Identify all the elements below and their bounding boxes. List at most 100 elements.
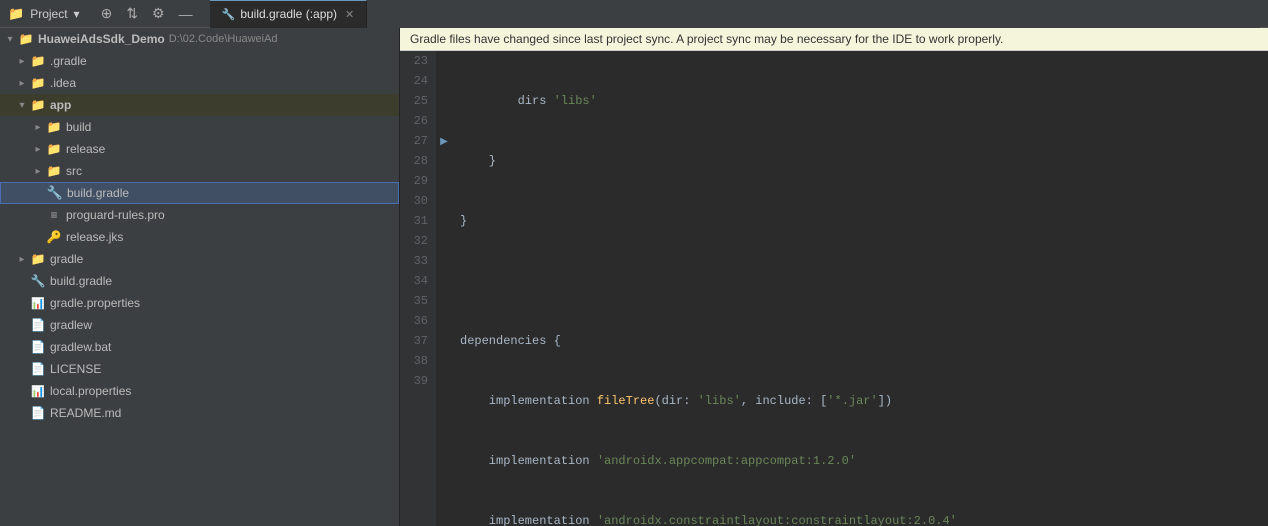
sidebar-label-build: build bbox=[66, 120, 91, 134]
gutter-24 bbox=[436, 71, 452, 91]
proguard-icon: ≡ bbox=[46, 207, 62, 223]
sidebar-item-gradle-root[interactable]: 📁 gradle bbox=[0, 248, 399, 270]
file-icon-readme: 📄 bbox=[30, 405, 46, 421]
tab-build-gradle-app[interactable]: 🔧 build.gradle (:app) ✕ bbox=[210, 0, 368, 28]
code-23-plain1: dirs bbox=[460, 91, 554, 111]
line-num-39: 39 bbox=[408, 371, 428, 391]
gutter-29 bbox=[436, 171, 452, 191]
sidebar-item-build[interactable]: 📁 build bbox=[0, 116, 399, 138]
sidebar-item-gradle-properties[interactable]: 📊 gradle.properties bbox=[0, 292, 399, 314]
arrow-gradlew-bat bbox=[16, 341, 28, 353]
gutter-30 bbox=[436, 191, 452, 211]
sidebar-item-src[interactable]: 📁 src bbox=[0, 160, 399, 182]
locate-button[interactable]: ⊕ bbox=[96, 3, 118, 24]
code-29-plain: implementation bbox=[460, 451, 597, 471]
gutter-35 bbox=[436, 291, 452, 311]
folder-icon-gradle-root: 📁 bbox=[30, 251, 46, 267]
gutter-37 bbox=[436, 331, 452, 351]
sidebar-item-readme[interactable]: 📄 README.md bbox=[0, 402, 399, 424]
editor-area: Gradle files have changed since last pro… bbox=[400, 28, 1268, 526]
sidebar-item-idea[interactable]: 📁 .idea bbox=[0, 72, 399, 94]
code-editor[interactable]: 23 24 25 26 27 28 29 30 31 32 33 34 35 3… bbox=[400, 51, 1268, 526]
sidebar-label-release: release bbox=[66, 142, 105, 156]
gradle-icon-build-gradle-app: 🔧 bbox=[47, 185, 63, 201]
sidebar-label-build-gradle-app: build.gradle bbox=[67, 186, 129, 200]
project-title: Project bbox=[30, 7, 67, 21]
code-28-plain3: , include: [ bbox=[741, 391, 827, 411]
tab-close-button[interactable]: ✕ bbox=[345, 8, 354, 21]
gradle-icon-root: 🔧 bbox=[30, 273, 46, 289]
sidebar-label-gradle-root: gradle bbox=[50, 252, 83, 266]
code-28-str2: '*.jar' bbox=[827, 391, 877, 411]
arrow-gradle-properties bbox=[16, 297, 28, 309]
sidebar-item-license[interactable]: 📄 LICENSE bbox=[0, 358, 399, 380]
line-numbers: 23 24 25 26 27 28 29 30 31 32 33 34 35 3… bbox=[400, 51, 436, 526]
gutter-36 bbox=[436, 311, 452, 331]
arrow-huawei-root bbox=[4, 33, 16, 45]
gutter-38 bbox=[436, 351, 452, 371]
sidebar-label-gradlew: gradlew bbox=[50, 318, 92, 332]
project-dropdown-arrow[interactable]: ▾ bbox=[74, 7, 80, 21]
code-28-plain4: ]) bbox=[878, 391, 892, 411]
sidebar-item-app[interactable]: 📁 app bbox=[0, 94, 399, 116]
arrow-build-gradle-root bbox=[16, 275, 28, 287]
sidebar-item-local-properties[interactable]: 📊 local.properties bbox=[0, 380, 399, 402]
sidebar-item-gradlew-bat[interactable]: 📄 gradlew.bat bbox=[0, 336, 399, 358]
sidebar-path-huawei-root: D:\02.Code\HuaweiAd bbox=[169, 33, 278, 45]
code-28-plain2: (dir: bbox=[654, 391, 697, 411]
line-num-25: 25 bbox=[408, 91, 428, 111]
arrow-build-gradle-app bbox=[33, 187, 45, 199]
code-23-str: 'libs' bbox=[554, 91, 597, 111]
gutter-27[interactable]: ▶ bbox=[436, 131, 452, 151]
folder-icon-idea: 📁 bbox=[30, 75, 46, 91]
sort-button[interactable]: ⇅ bbox=[121, 3, 143, 24]
sidebar-label-gradle: .gradle bbox=[50, 54, 87, 68]
minimize-button[interactable]: — bbox=[174, 4, 198, 24]
gutter-28 bbox=[436, 151, 452, 171]
line-num-30: 30 bbox=[408, 191, 428, 211]
gutter-31 bbox=[436, 211, 452, 231]
jks-icon: 🔑 bbox=[46, 229, 62, 245]
sidebar-item-release[interactable]: 📁 release bbox=[0, 138, 399, 160]
sidebar-item-build-gradle-app[interactable]: 🔧 build.gradle bbox=[0, 182, 399, 204]
sidebar-item-release-jks[interactable]: 🔑 release.jks bbox=[0, 226, 399, 248]
properties-icon-local: 📊 bbox=[30, 383, 46, 399]
sidebar-item-build-gradle-root[interactable]: 🔧 build.gradle bbox=[0, 270, 399, 292]
title-bar-left: 📁 Project ▾ bbox=[8, 6, 80, 22]
arrow-gradle-root bbox=[16, 253, 28, 265]
line-num-38: 38 bbox=[408, 351, 428, 371]
sidebar-item-gradle[interactable]: 📁 .gradle bbox=[0, 50, 399, 72]
code-28-plain1: implementation bbox=[460, 391, 597, 411]
tab-bar: 🔧 build.gradle (:app) ✕ bbox=[210, 0, 1260, 28]
line-num-35: 35 bbox=[408, 291, 428, 311]
code-29-str: 'androidx.appcompat:appcompat:1.2.0' bbox=[597, 451, 856, 471]
tab-icon: 🔧 bbox=[222, 8, 236, 21]
folder-icon-src: 📁 bbox=[46, 163, 62, 179]
code-line-29: implementation 'androidx.appcompat:appco… bbox=[460, 451, 1260, 471]
sidebar-label-license: LICENSE bbox=[50, 362, 101, 376]
sidebar-item-proguard[interactable]: ≡ proguard-rules.pro bbox=[0, 204, 399, 226]
sidebar-label-readme: README.md bbox=[50, 406, 121, 420]
arrow-local-properties bbox=[16, 385, 28, 397]
settings-button[interactable]: ⚙ bbox=[147, 3, 170, 24]
title-bar: 📁 Project ▾ ⊕ ⇅ ⚙ — 🔧 build.gradle (:app… bbox=[0, 0, 1268, 28]
gutter-34 bbox=[436, 271, 452, 291]
sidebar-item-huawei-root[interactable]: 📁 HuaweiAdsSdk_Demo D:\02.Code\HuaweiAd bbox=[0, 28, 399, 50]
line-num-28: 28 bbox=[408, 151, 428, 171]
sidebar-item-gradlew[interactable]: 📄 gradlew bbox=[0, 314, 399, 336]
code-line-24: } bbox=[460, 151, 1260, 171]
gutter: ▶ bbox=[436, 51, 452, 526]
code-30-plain: implementation bbox=[460, 511, 597, 526]
gutter-23 bbox=[436, 51, 452, 71]
line-num-29: 29 bbox=[408, 171, 428, 191]
code-content[interactable]: dirs 'libs' } } dependencies { implement… bbox=[452, 51, 1268, 526]
line-num-24: 24 bbox=[408, 71, 428, 91]
gutter-33 bbox=[436, 251, 452, 271]
sidebar-label-src: src bbox=[66, 164, 82, 178]
code-line-26 bbox=[460, 271, 1260, 291]
folder-icon-app: 📁 bbox=[30, 97, 46, 113]
file-icon-license: 📄 bbox=[30, 361, 46, 377]
arrow-build bbox=[32, 121, 44, 133]
arrow-license bbox=[16, 363, 28, 375]
code-line-28: implementation fileTree(dir: 'libs', inc… bbox=[460, 391, 1260, 411]
